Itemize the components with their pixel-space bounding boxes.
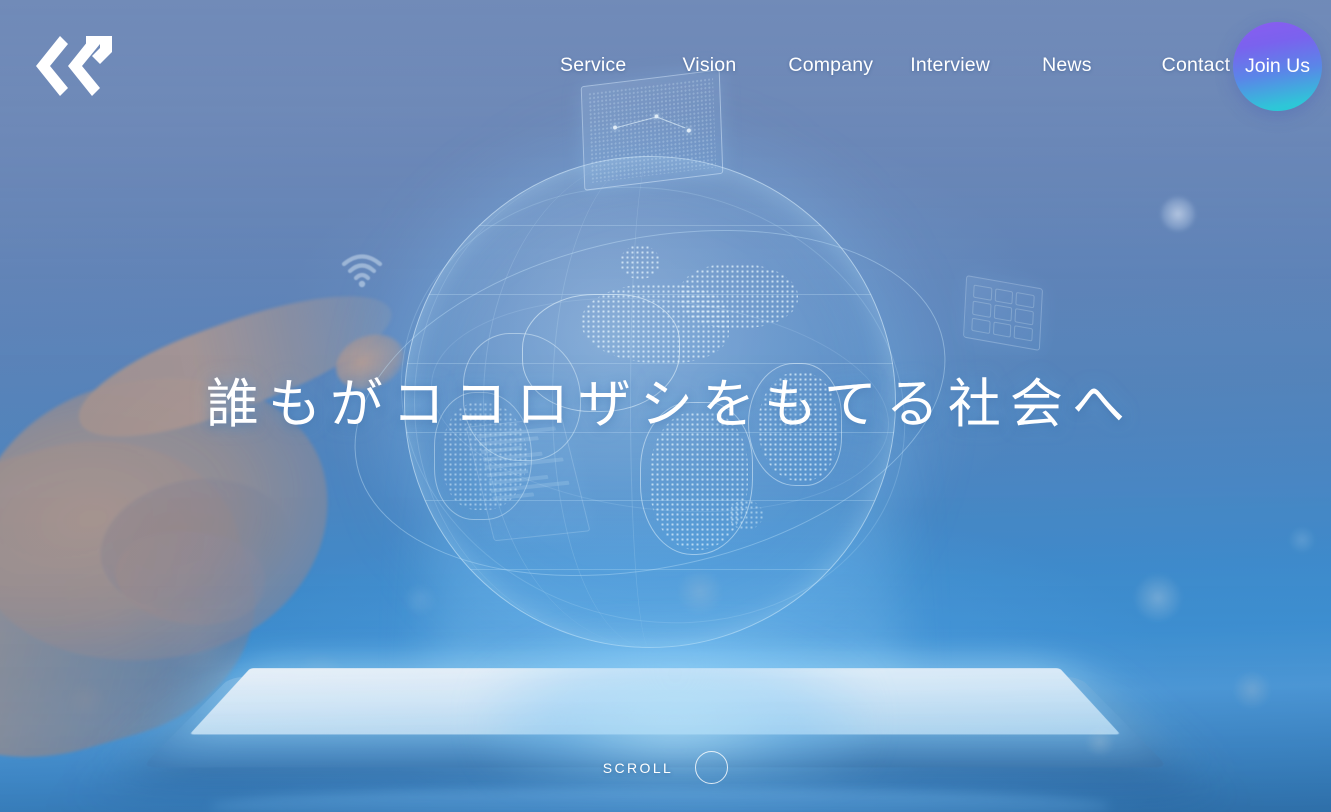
join-us-button[interactable]: Join Us (1233, 22, 1322, 111)
logo[interactable] (30, 30, 118, 104)
nav-label: News (1042, 54, 1092, 76)
scroll-label[interactable]: SCROLL (603, 760, 673, 776)
nav-item-vision[interactable]: Vision (682, 54, 736, 77)
site-header: Service Vision Company Interview News Co… (0, 0, 1331, 132)
hero-page: Service Vision Company Interview News Co… (0, 0, 1331, 812)
nav-item-company[interactable]: Company (788, 54, 873, 77)
nav-label: Company (788, 54, 874, 76)
scroll-circle-icon[interactable] (695, 751, 729, 784)
nav-label: Vision (682, 54, 737, 76)
scroll-indicator[interactable]: SCROLL (0, 751, 1331, 784)
join-us-label: Join Us (1244, 55, 1311, 77)
nav-label: Contact (1161, 54, 1231, 76)
nav-item-interview[interactable]: Interview (910, 54, 990, 77)
nav-item-service[interactable]: Service (560, 54, 626, 77)
nav-item-news[interactable]: News (1042, 54, 1092, 77)
nav-label: Service (560, 54, 627, 76)
main-navigation: Service Vision Company Interview News Co… (560, 54, 1257, 77)
nav-label: Interview (910, 54, 991, 76)
